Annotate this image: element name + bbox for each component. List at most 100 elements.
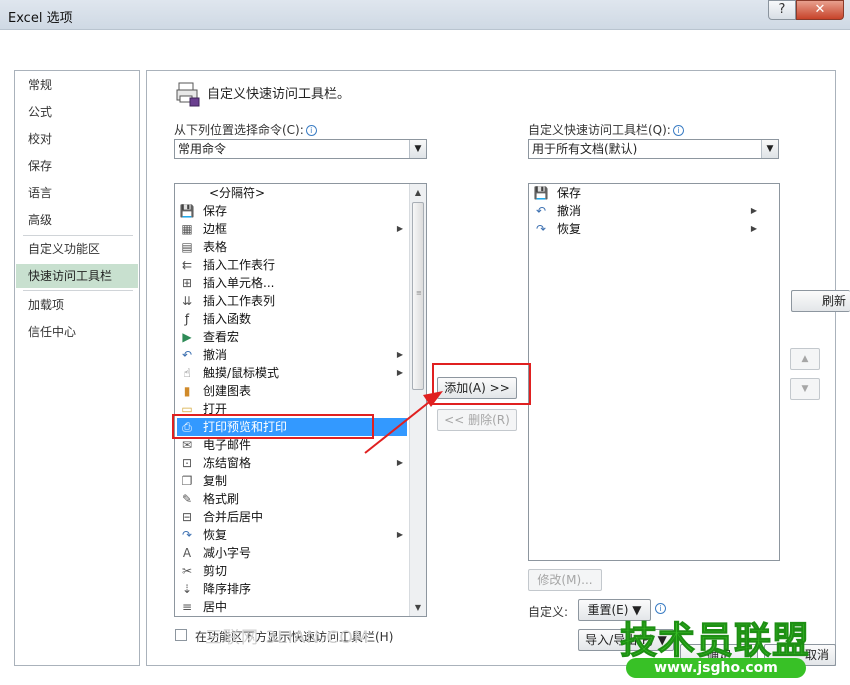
chevron-right-icon: ▶	[750, 224, 757, 233]
command-list-item[interactable]: ↷ 恢复 ▶	[177, 526, 407, 544]
remove-button[interactable]: << 删除(R)	[437, 409, 517, 431]
redo-icon: ↷	[535, 222, 547, 236]
command-list-item[interactable]: ❐ 复制	[177, 472, 407, 490]
command-list-item[interactable]: ▶ 查看宏	[177, 328, 407, 346]
nav-item-add-ins[interactable]: 加载项	[16, 293, 138, 317]
customize-label: 自定义:	[528, 605, 569, 619]
redo-icon: ↷	[181, 528, 193, 542]
command-list-item[interactable]: ↶ 撤消 ▶	[177, 346, 407, 364]
close-button[interactable]: ✕	[796, 0, 844, 20]
list-item-label: 触摸/鼠标模式	[203, 366, 280, 380]
command-list-item[interactable]: ⇊ 插入工作表列	[177, 292, 407, 310]
nav-item-save[interactable]: 保存	[16, 154, 138, 178]
macro-icon: ▶	[182, 330, 192, 344]
sort-desc-icon: ⇣	[181, 582, 193, 596]
command-list-item[interactable]: ⊞ 插入单元格...	[177, 274, 407, 292]
move-down-button[interactable]: ▼	[790, 378, 820, 400]
table-icon: ▤	[181, 240, 193, 254]
nav-item-quick-access-toolbar[interactable]: 快速访问工具栏	[16, 264, 138, 288]
list-item-label: 查看宏	[203, 330, 240, 344]
command-list-item[interactable]: ≡ 居中	[177, 598, 407, 616]
font-decrease-icon: A	[182, 546, 192, 560]
toolbar-list-item[interactable]: ↷ 恢复 ▶	[531, 220, 761, 238]
help-button[interactable]: ?	[768, 0, 796, 20]
command-source-select[interactable]: 常用命令 ▼	[174, 139, 427, 159]
list-item-label: 格式刷	[203, 492, 240, 506]
chevron-right-icon: ▶	[396, 350, 403, 359]
chevron-down-icon[interactable]: ▼	[409, 140, 426, 158]
list-item-label: 保存	[557, 186, 582, 200]
list-item-label: 插入单元格...	[203, 276, 275, 290]
dialog-client: 常规 公式 校对 保存 语言 高级 自定义功能区 快速访问工具栏 加载项 信任中…	[0, 30, 850, 685]
list-item-label: 恢复	[203, 528, 228, 542]
command-list-item[interactable]: ⇇ 插入工作表行	[177, 256, 407, 274]
print-preview-icon: ⎙	[182, 420, 192, 434]
list-item-label: 减小字号	[203, 546, 252, 560]
nav-item-trust-center[interactable]: 信任中心	[16, 320, 138, 344]
list-item-label: 打开	[203, 402, 228, 416]
toolbar-command-list[interactable]: 💾 保存 ↶ 撤消 ▶ ↷ 恢复 ▶	[528, 183, 780, 561]
add-button[interactable]: 添加(A) >>	[437, 377, 517, 399]
quick-access-panel: 自定义快速访问工具栏。 从下列位置选择命令(C): i 常用命令 ▼ 自定义快速访…	[146, 70, 836, 666]
page-title: 自定义快速访问工具栏。	[207, 87, 351, 102]
touch-mode-icon: ☝	[183, 366, 191, 380]
command-list-item[interactable]: ✂ 剪切	[177, 562, 407, 580]
list-item-label: 电子邮件	[203, 438, 252, 452]
brand-watermark-url: www.jsgho.com	[626, 658, 806, 678]
info-icon: i	[305, 125, 317, 136]
list-item-label: 降序排序	[203, 582, 252, 596]
command-list-item[interactable]: ▦ 边框 ▶	[177, 220, 407, 238]
command-list-item[interactable]: 💾 保存	[177, 202, 407, 220]
list-item-label: <分隔符>	[209, 186, 266, 200]
choose-commands-label: 从下列位置选择命令(C): i	[174, 121, 317, 138]
brand-watermark-text: 技术员联盟	[620, 619, 810, 663]
function-icon: ƒ	[184, 312, 190, 326]
list-item-label: 合并后居中	[203, 510, 264, 524]
chevron-right-icon: ▶	[750, 206, 757, 215]
command-list-item[interactable]: A 减小字号	[177, 544, 407, 562]
command-list-item[interactable]: ☝ 触摸/鼠标模式 ▶	[177, 364, 407, 382]
nav-item-customize-ribbon[interactable]: 自定义功能区	[16, 237, 138, 261]
nav-item-general[interactable]: 常规	[16, 73, 138, 97]
scroll-down-icon[interactable]: ▼	[410, 599, 426, 616]
scrollbar-thumb[interactable]: ≡	[412, 202, 424, 390]
command-list-item[interactable]: <分隔符>	[177, 184, 407, 202]
list-item-label: 撤消	[203, 348, 228, 362]
toolbar-list-item[interactable]: ↶ 撤消 ▶	[531, 202, 761, 220]
chart-icon: ▮	[183, 384, 191, 398]
chevron-down-icon[interactable]: ▼	[761, 140, 778, 158]
nav-item-proofing[interactable]: 校对	[16, 127, 138, 151]
list-item-label: 插入工作表行	[203, 258, 276, 272]
list-item-label: 冻结窗格	[203, 456, 252, 470]
window-title: Excel 选项	[8, 11, 73, 26]
undo-icon: ↶	[535, 204, 547, 218]
scissors-icon: ✂	[181, 564, 193, 578]
list-item-label: 插入工作表列	[203, 294, 276, 308]
list-item-label: 边框	[203, 222, 228, 236]
save-icon: 💾	[179, 204, 195, 218]
command-list-item[interactable]: ƒ 插入函数	[177, 310, 407, 328]
command-list-item[interactable]: ⇣ 降序排序	[177, 580, 407, 598]
list-item-label: 表格	[203, 240, 228, 254]
modify-button[interactable]: 修改(M)...	[528, 569, 602, 591]
command-list-item[interactable]: ▤ 表格	[177, 238, 407, 256]
annotation-arrow-icon	[364, 391, 443, 454]
scroll-up-icon[interactable]: ▲	[410, 184, 426, 201]
show-below-ribbon-checkbox[interactable]	[175, 629, 187, 641]
toolbar-list-item[interactable]: 💾 保存	[531, 184, 761, 202]
chevron-right-icon: ▶	[396, 530, 403, 539]
nav-item-language[interactable]: 语言	[16, 181, 138, 205]
command-list-item[interactable]: ⊟ 合并后居中	[177, 508, 407, 526]
customize-toolbar-label: 自定义快速访问工具栏(Q): i	[528, 121, 684, 138]
toolbar-scope-value: 用于所有文档(默认)	[532, 142, 638, 156]
list-item-label: 打印预览和打印	[203, 420, 288, 434]
insert-row-icon: ⇇	[181, 258, 193, 272]
move-up-button[interactable]: ▲	[790, 348, 820, 370]
toolbar-scope-select[interactable]: 用于所有文档(默认) ▼	[528, 139, 779, 159]
options-nav: 常规 公式 校对 保存 语言 高级 自定义功能区 快速访问工具栏 加载项 信任中…	[14, 70, 140, 666]
command-list-item[interactable]: ✎ 格式刷	[177, 490, 407, 508]
refresh-button[interactable]: 刷新	[791, 290, 850, 312]
border-icon: ▦	[181, 222, 193, 236]
nav-item-advanced[interactable]: 高级	[16, 208, 138, 232]
nav-item-formulas[interactable]: 公式	[16, 100, 138, 124]
